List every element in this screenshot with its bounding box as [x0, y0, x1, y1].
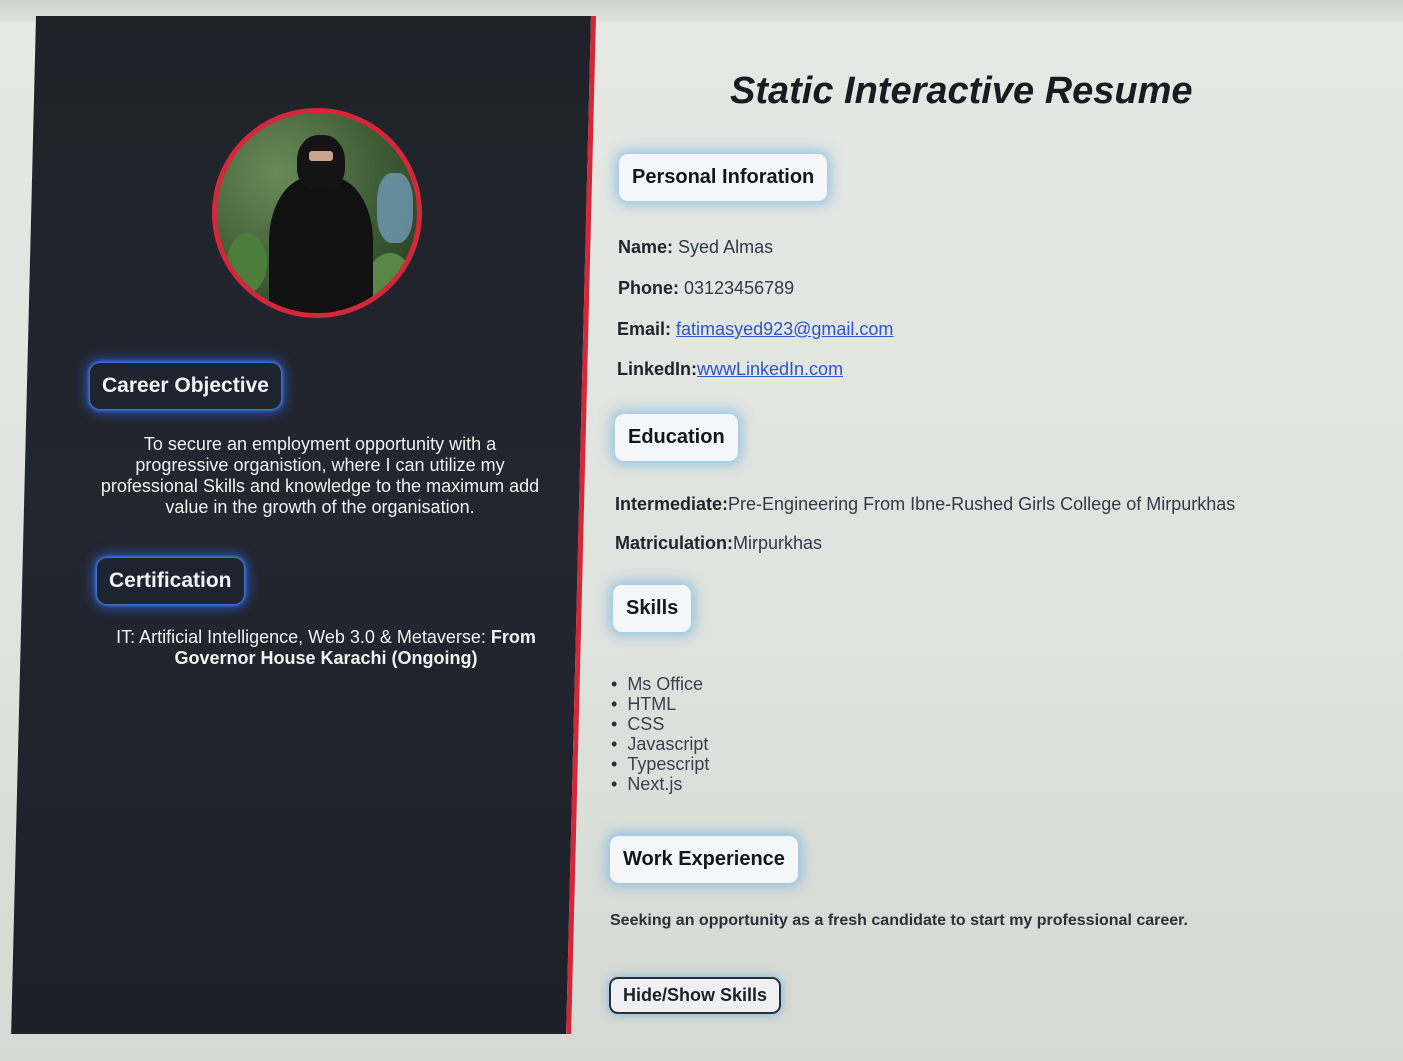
certification-heading: Certification — [97, 558, 244, 604]
matriculation-label: Matriculation: — [615, 533, 734, 553]
intermediate-value: Pre-Engineering From Ibne-Rushed Girls C… — [728, 494, 1236, 514]
phone-line: Phone: 03123456789 — [618, 278, 794, 299]
name-line: Name: Syed Almas — [618, 237, 773, 258]
page-title: Static Interactive Resume — [730, 70, 1193, 112]
skill-item: CSS — [611, 714, 709, 734]
name-label: Name: — [618, 237, 674, 257]
skill-item: Next.js — [611, 774, 709, 794]
linkedin-label: LinkedIn: — [617, 359, 697, 379]
sidebar-content: Career Objective To secure an employment… — [36, 16, 596, 1034]
linkedin-link[interactable]: wwwLinkedIn.com — [697, 359, 843, 379]
work-experience-text: Seeking an opportunity as a fresh candid… — [610, 912, 1188, 929]
skills-list: Ms Office HTML CSS Javascript Typescript… — [611, 674, 709, 794]
education-heading: Education — [615, 414, 738, 461]
certification-text: IT: Artificial Intelligence, Web 3.0 & M… — [96, 627, 556, 669]
certification-course: IT: Artificial Intelligence, Web 3.0 & M… — [116, 627, 491, 647]
skills-heading: Skills — [613, 585, 692, 632]
linkedin-line: LinkedIn:wwwLinkedIn.com — [617, 359, 843, 380]
avatar-figure-head — [297, 135, 345, 191]
screen-background: Career Objective To secure an employment… — [0, 0, 1403, 1061]
avatar-background — [377, 173, 413, 243]
profile-avatar — [212, 108, 422, 318]
matriculation-line: Matriculation:Mirpurkhas — [615, 533, 822, 554]
personal-info-heading: Personal Inforation — [619, 154, 828, 201]
skill-item: Javascript — [611, 734, 709, 754]
avatar-foliage — [367, 253, 413, 313]
name-value: Syed Almas — [673, 237, 774, 257]
matriculation-value: Mirpurkhas — [733, 533, 823, 553]
avatar-foliage — [227, 233, 267, 293]
hide-show-skills-button[interactable]: Hide/Show Skills — [609, 977, 782, 1014]
avatar-face — [309, 151, 333, 161]
email-link[interactable]: fatimasyed923@gmail.com — [676, 319, 893, 339]
skill-item: Ms Office — [611, 674, 709, 694]
career-objective-heading: Career Objective — [90, 363, 281, 409]
phone-value: 03123456789 — [679, 278, 795, 298]
skill-item: Typescript — [611, 754, 709, 774]
skill-item: HTML — [611, 694, 709, 714]
avatar-figure-body — [269, 177, 373, 313]
career-objective-text: To secure an employment opportunity with… — [100, 434, 540, 517]
phone-label: Phone: — [618, 278, 679, 298]
email-line: Email: fatimasyed923@gmail.com — [617, 319, 893, 340]
intermediate-label: Intermediate: — [615, 494, 729, 514]
email-label: Email: — [617, 319, 672, 339]
work-experience-heading: Work Experience — [610, 836, 798, 883]
intermediate-line: Intermediate:Pre-Engineering From Ibne-R… — [615, 494, 1235, 515]
